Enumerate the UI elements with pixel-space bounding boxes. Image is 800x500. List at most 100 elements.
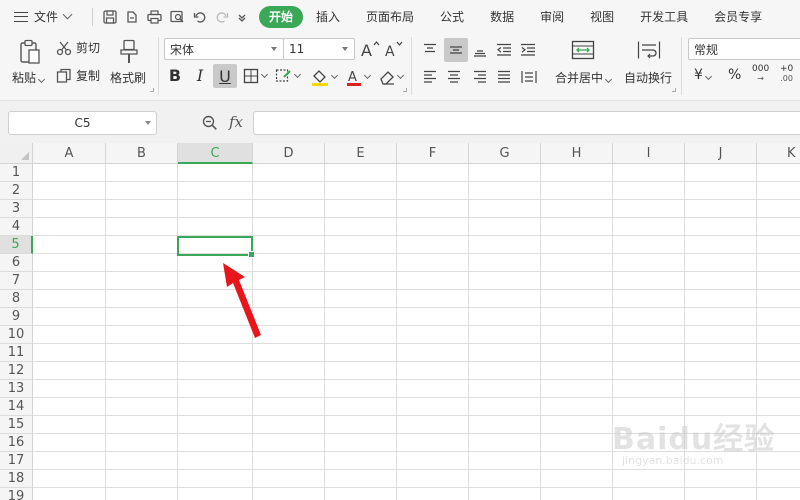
- thousands-separator-button[interactable]: 000 →: [752, 65, 769, 84]
- customize-toolbar-icon[interactable]: [237, 12, 247, 22]
- spreadsheet-grid[interactable]: A B C D E F G H I J K 1 2 3 4 5 6 7 8 9 …: [0, 143, 800, 500]
- decrease-font-button[interactable]: A: [384, 39, 404, 59]
- file-menu[interactable]: 文件: [0, 0, 88, 33]
- row-header-19[interactable]: 19: [0, 488, 33, 500]
- row-header-8[interactable]: 8: [0, 290, 33, 308]
- row-header-11[interactable]: 11: [0, 344, 33, 362]
- font-size-select[interactable]: 11: [283, 38, 355, 60]
- bold-button[interactable]: B: [164, 64, 186, 86]
- row-header-2[interactable]: 2: [0, 182, 33, 200]
- group-launcher[interactable]: [672, 88, 676, 92]
- tab-home[interactable]: 开始: [259, 5, 304, 28]
- decimal-button[interactable]: +0 .00: [780, 65, 793, 84]
- row-header-3[interactable]: 3: [0, 200, 33, 218]
- column-header-g[interactable]: G: [469, 143, 541, 164]
- format-painter-label[interactable]: 格式刷: [110, 69, 146, 86]
- row-header-10[interactable]: 10: [0, 326, 33, 344]
- wrap-text-button[interactable]: 自动换行: [624, 69, 672, 86]
- row-header-9[interactable]: 9: [0, 308, 33, 326]
- row-header-16[interactable]: 16: [0, 434, 33, 452]
- tab-member[interactable]: 会员专享: [701, 6, 775, 28]
- paste-button[interactable]: [16, 39, 44, 65]
- column-header-f[interactable]: F: [397, 143, 469, 164]
- clear-button[interactable]: [376, 66, 406, 88]
- merge-center-icon-button[interactable]: [570, 38, 596, 62]
- group-launcher[interactable]: [150, 88, 154, 92]
- zoom-icon[interactable]: [202, 115, 218, 131]
- align-top-button[interactable]: [420, 40, 440, 60]
- align-left-button[interactable]: [420, 67, 440, 87]
- gridline: [324, 164, 325, 500]
- formula-input[interactable]: [253, 111, 800, 135]
- divider: [681, 37, 682, 95]
- justify-button[interactable]: [494, 67, 514, 87]
- column-header-b[interactable]: B: [106, 143, 178, 164]
- row-header-15[interactable]: 15: [0, 416, 33, 434]
- tab-formulas[interactable]: 公式: [427, 6, 477, 28]
- align-right-button[interactable]: [470, 67, 490, 87]
- row-header-7[interactable]: 7: [0, 272, 33, 290]
- wrap-text-icon-button[interactable]: [636, 38, 662, 62]
- paste-label[interactable]: 粘贴: [12, 69, 46, 86]
- column-header-h[interactable]: H: [541, 143, 613, 164]
- tab-page-layout[interactable]: 页面布局: [353, 6, 427, 28]
- column-header-i[interactable]: I: [613, 143, 685, 164]
- row-header-4[interactable]: 4: [0, 218, 33, 236]
- decrease-indent-icon: [497, 43, 511, 56]
- tab-data[interactable]: 数据: [477, 6, 527, 28]
- row-header-6[interactable]: 6: [0, 254, 33, 272]
- column-header-a[interactable]: A: [33, 143, 106, 164]
- print-preview-icon[interactable]: [170, 10, 185, 24]
- tab-insert[interactable]: 插入: [303, 6, 353, 28]
- print-icon[interactable]: [147, 9, 162, 24]
- select-all-button[interactable]: [0, 143, 33, 164]
- format-painter-button[interactable]: [116, 38, 142, 66]
- increase-indent-button[interactable]: [518, 40, 538, 60]
- align-middle-button[interactable]: [444, 38, 468, 62]
- column-header-e[interactable]: E: [325, 143, 397, 164]
- column-header-j[interactable]: J: [685, 143, 757, 164]
- column-header-k[interactable]: K: [757, 143, 800, 164]
- font-color-button[interactable]: A: [344, 66, 372, 88]
- column-header-d[interactable]: D: [253, 143, 325, 164]
- chevron-down-icon: [363, 71, 372, 80]
- fill-style-button[interactable]: [272, 66, 302, 86]
- fill-color-button[interactable]: [308, 66, 340, 88]
- align-bottom-button[interactable]: [470, 40, 490, 60]
- save-icon[interactable]: [103, 9, 117, 24]
- row-header-5[interactable]: 5: [0, 236, 33, 254]
- tab-developer[interactable]: 开发工具: [627, 6, 701, 28]
- row-header-12[interactable]: 12: [0, 362, 33, 380]
- fx-icon[interactable]: fx: [229, 113, 243, 131]
- row-header-17[interactable]: 17: [0, 452, 33, 470]
- row-header-14[interactable]: 14: [0, 398, 33, 416]
- row-header-13[interactable]: 13: [0, 380, 33, 398]
- column-header-c[interactable]: C: [178, 143, 253, 164]
- name-box[interactable]: C5: [8, 111, 157, 135]
- underline-button[interactable]: U: [213, 64, 237, 88]
- font-name-select[interactable]: 宋体: [164, 38, 284, 60]
- italic-button[interactable]: I: [189, 64, 211, 86]
- merge-center-button[interactable]: 合并居中: [555, 69, 613, 86]
- row-header-18[interactable]: 18: [0, 470, 33, 488]
- export-pdf-icon[interactable]: [125, 10, 139, 24]
- tab-view[interactable]: 视图: [577, 6, 627, 28]
- group-launcher[interactable]: [403, 88, 407, 92]
- increase-font-button[interactable]: A: [360, 39, 380, 59]
- number-format-select[interactable]: 常规: [688, 38, 800, 60]
- borders-button[interactable]: [240, 66, 270, 86]
- decrease-indent-button[interactable]: [494, 40, 514, 60]
- percent-button[interactable]: %: [728, 67, 741, 83]
- active-cell-c5[interactable]: [177, 236, 255, 258]
- undo-icon[interactable]: [193, 10, 207, 24]
- gridline: [33, 379, 800, 380]
- currency-button[interactable]: ¥: [694, 67, 712, 83]
- cut-button[interactable]: 剪切: [56, 39, 100, 56]
- row-header-1[interactable]: 1: [0, 164, 33, 182]
- tab-review[interactable]: 审阅: [527, 6, 577, 28]
- distributed-align-button[interactable]: [518, 67, 540, 87]
- copy-button[interactable]: 复制: [56, 67, 100, 84]
- align-center-button[interactable]: [444, 67, 464, 87]
- format-painter-icon: [120, 39, 138, 63]
- redo-icon[interactable]: [215, 10, 229, 24]
